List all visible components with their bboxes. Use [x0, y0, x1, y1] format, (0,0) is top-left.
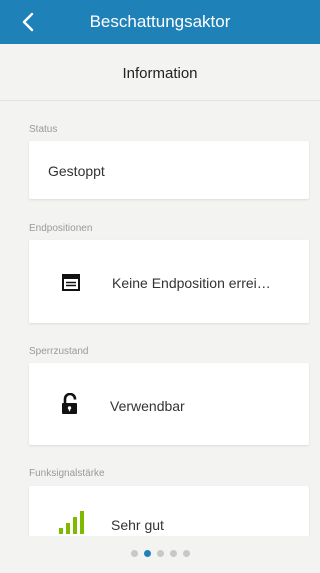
top-bar: Beschattungsaktor [0, 0, 320, 44]
section-title: Information [122, 65, 198, 82]
status-value: Gestoppt [48, 163, 105, 179]
page-dot-active[interactable] [143, 550, 151, 557]
page-dot[interactable] [169, 550, 177, 557]
signal-strength-icon [59, 511, 84, 534]
section-header: Information [0, 44, 320, 101]
page-title: Beschattungsaktor [89, 12, 231, 31]
status-label: Status [29, 124, 58, 135]
endpositions-card: Keine Endposition errei… [29, 240, 309, 323]
endpositions-value: Keine Endposition errei… [112, 275, 271, 291]
page-indicator [0, 550, 320, 562]
signal-value: Sehr gut [111, 517, 164, 533]
page-dot[interactable] [156, 550, 164, 557]
lock-label: Sperrzustand [29, 346, 89, 357]
signal-label: Funksignalstärke [29, 468, 105, 479]
blind-icon [62, 274, 80, 291]
status-card: Gestoppt [29, 141, 309, 199]
page-dot[interactable] [182, 550, 190, 557]
page-dot[interactable] [130, 550, 138, 557]
endpositions-label: Endpositionen [29, 223, 93, 234]
lock-card: Verwendbar [29, 363, 309, 445]
back-button[interactable] [18, 11, 40, 33]
chevron-left-icon [22, 12, 34, 32]
unlocked-padlock-icon [62, 393, 77, 414]
lock-value: Verwendbar [110, 398, 185, 414]
